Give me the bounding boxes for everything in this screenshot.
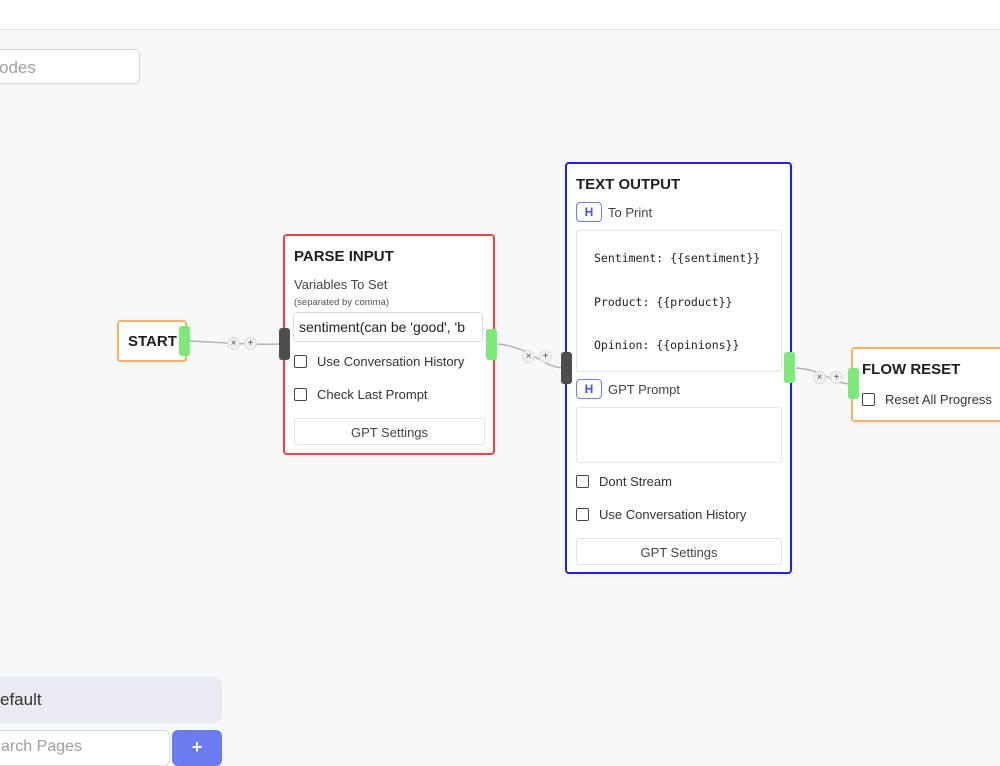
edge-add-button[interactable]: + bbox=[244, 337, 257, 350]
print-line: Sentiment: {{sentiment}} bbox=[594, 251, 761, 265]
gpt-prompt-label: GPT Prompt bbox=[608, 381, 681, 397]
parse-input-node[interactable]: PARSE INPUT Variables To Set (separated … bbox=[283, 234, 495, 455]
gpt-prompt-format-toggle[interactable]: H bbox=[576, 379, 602, 399]
check-last-prompt-checkbox[interactable] bbox=[294, 388, 307, 401]
start-node-title: START bbox=[128, 333, 177, 350]
dont-stream-checkbox[interactable] bbox=[576, 475, 589, 488]
parse-output-handle[interactable] bbox=[486, 329, 497, 360]
flow-reset-input-handle[interactable] bbox=[848, 368, 859, 399]
variables-hint: (separated by comma) bbox=[294, 297, 390, 308]
to-print-label: To Print bbox=[608, 204, 653, 220]
reset-all-label: Reset All Progress bbox=[885, 392, 992, 407]
use-history-label: Use Conversation History bbox=[599, 507, 747, 522]
text-output-input-handle[interactable] bbox=[561, 352, 572, 384]
reset-all-row[interactable]: Reset All Progress bbox=[862, 392, 992, 407]
to-print-editor[interactable]: Sentiment: {{sentiment}} Product: {{prod… bbox=[576, 230, 782, 372]
search-pages-input[interactable]: arch Pages bbox=[0, 730, 170, 766]
edge-remove-button[interactable]: × bbox=[227, 337, 240, 350]
top-bar bbox=[0, 0, 1000, 30]
edge-remove-button[interactable]: × bbox=[813, 371, 826, 384]
check-last-prompt-label: Check Last Prompt bbox=[317, 387, 428, 402]
edge-add-button[interactable]: + bbox=[539, 350, 552, 363]
add-page-button[interactable]: + bbox=[172, 730, 222, 766]
flow-reset-title: FLOW RESET bbox=[862, 361, 961, 378]
reset-all-checkbox[interactable] bbox=[862, 393, 875, 406]
use-history-row[interactable]: Use Conversation History bbox=[294, 354, 464, 369]
edge-add-button[interactable]: + bbox=[830, 371, 843, 384]
page-item-default[interactable]: efault bbox=[0, 677, 222, 723]
flow-reset-node[interactable]: FLOW RESET Reset All Progress bbox=[851, 347, 1000, 422]
search-nodes-input[interactable]: odes bbox=[0, 49, 140, 84]
dont-stream-label: Dont Stream bbox=[599, 474, 672, 489]
variables-label: Variables To Set bbox=[294, 277, 388, 292]
variables-input[interactable]: sentiment(can be 'good', 'b bbox=[293, 312, 483, 342]
text-output-title: TEXT OUTPUT bbox=[576, 176, 681, 193]
text-output-node[interactable]: TEXT OUTPUT H To Print Sentiment: {{sent… bbox=[565, 162, 792, 574]
check-last-prompt-row[interactable]: Check Last Prompt bbox=[294, 387, 428, 402]
edge-remove-button[interactable]: × bbox=[522, 350, 535, 363]
start-node[interactable]: START bbox=[117, 320, 187, 362]
use-history-row[interactable]: Use Conversation History bbox=[576, 507, 746, 522]
text-output-output-handle[interactable] bbox=[784, 352, 795, 383]
gpt-prompt-editor[interactable] bbox=[576, 407, 782, 463]
to-print-format-toggle[interactable]: H bbox=[576, 202, 602, 222]
to-print-row: H To Print bbox=[576, 202, 652, 222]
use-history-checkbox[interactable] bbox=[294, 355, 307, 368]
gpt-settings-button[interactable]: GPT Settings bbox=[576, 538, 782, 565]
print-line: Opinion: {{opinions}} bbox=[594, 338, 740, 352]
gpt-prompt-row: H GPT Prompt bbox=[576, 379, 680, 399]
parse-input-handle[interactable] bbox=[279, 328, 290, 360]
parse-input-title: PARSE INPUT bbox=[294, 248, 394, 265]
print-line: Product: {{product}} bbox=[594, 295, 733, 309]
use-history-checkbox[interactable] bbox=[576, 508, 589, 521]
use-history-label: Use Conversation History bbox=[317, 354, 465, 369]
dont-stream-row[interactable]: Dont Stream bbox=[576, 474, 672, 489]
start-output-handle[interactable] bbox=[179, 326, 190, 356]
gpt-settings-button[interactable]: GPT Settings bbox=[294, 418, 485, 445]
